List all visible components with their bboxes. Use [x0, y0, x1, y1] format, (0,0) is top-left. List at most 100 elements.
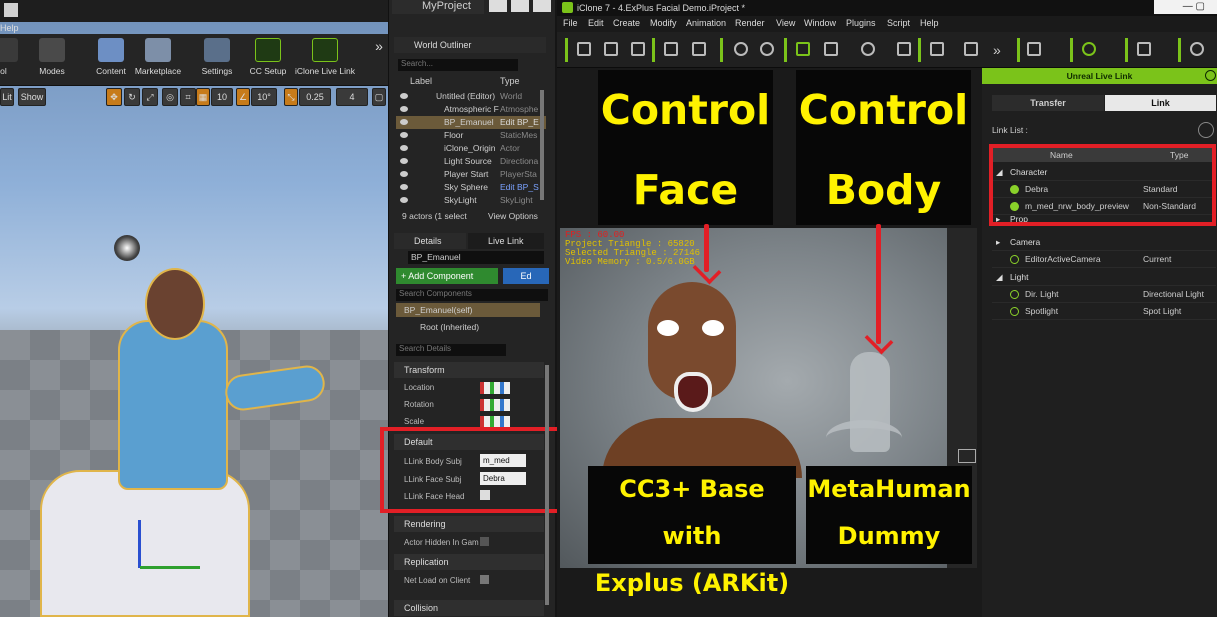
outliner-row[interactable]: Untitled (Editor) World: [396, 90, 546, 103]
view-options-button[interactable]: View Options: [488, 211, 538, 221]
group-camera[interactable]: ▸ Camera: [992, 234, 1216, 251]
lit-button[interactable]: Lit: [0, 88, 14, 106]
outliner-row[interactable]: iClone_Origin Actor: [396, 142, 546, 155]
menu-window[interactable]: Window: [804, 18, 836, 28]
rotate-tool-icon[interactable]: [861, 42, 875, 56]
select-icon[interactable]: [796, 42, 810, 56]
show-button[interactable]: Show: [18, 88, 46, 106]
link-item[interactable]: Spotlight Spot Light: [992, 303, 1216, 320]
camera-icon[interactable]: [1082, 42, 1096, 56]
menu-render[interactable]: Render: [735, 18, 765, 28]
gizmo-icon[interactable]: [1137, 42, 1151, 56]
self-component-row[interactable]: BP_Emanuel(self): [396, 303, 540, 317]
outliner-row[interactable]: Floor StaticMes: [396, 129, 546, 142]
maximize-button[interactable]: [511, 0, 529, 12]
modes-button[interactable]: Modes: [35, 38, 69, 76]
toolbar-control-button[interactable]: rol: [0, 38, 18, 76]
undo-icon[interactable]: [734, 42, 748, 56]
marketplace-button[interactable]: Marketplace: [133, 38, 183, 76]
tab-transfer[interactable]: Transfer: [992, 95, 1104, 111]
toolbar-overflow-icon[interactable]: »: [993, 42, 1001, 58]
close-button[interactable]: [533, 0, 551, 12]
render-icon[interactable]: [1190, 42, 1204, 56]
angle-value[interactable]: 10°: [251, 88, 277, 106]
outliner-row[interactable]: SkyLight SkyLight: [396, 194, 546, 207]
menu-plugins[interactable]: Plugins: [846, 18, 876, 28]
search-details-input[interactable]: Search Details: [396, 344, 506, 356]
replication-section[interactable]: Replication: [394, 554, 544, 570]
transform-section[interactable]: Transform: [394, 362, 544, 378]
actor-name-field[interactable]: BP_Emanuel: [408, 251, 544, 264]
new-file-icon[interactable]: [577, 42, 591, 56]
light-gizmo-icon[interactable]: [114, 235, 140, 261]
actor-hidden-checkbox[interactable]: [480, 537, 489, 546]
group-light[interactable]: ◢ Light: [992, 269, 1216, 286]
menu-animation[interactable]: Animation: [686, 18, 726, 28]
align-tool-icon[interactable]: [964, 42, 978, 56]
translate-icon[interactable]: ✥: [106, 88, 122, 106]
move-icon[interactable]: [824, 42, 838, 56]
outliner-col-label[interactable]: Label: [410, 76, 432, 86]
root-component-row[interactable]: Root (Inherited): [420, 322, 479, 332]
close-panel-icon[interactable]: [1205, 70, 1216, 81]
content-button[interactable]: Content: [93, 38, 129, 76]
settings-button[interactable]: Settings: [199, 38, 235, 76]
angle-snap-icon[interactable]: ∠: [236, 88, 250, 106]
tab-details[interactable]: Details: [394, 233, 466, 249]
outliner-row[interactable]: Player Start PlayerSta: [396, 168, 546, 181]
add-component-button[interactable]: + Add Component: [396, 268, 498, 284]
link-item[interactable]: Dir. Light Directional Light: [992, 286, 1216, 303]
collision-section[interactable]: Collision: [394, 600, 544, 616]
menu-file[interactable]: File: [563, 18, 578, 28]
menu-help[interactable]: Help: [920, 18, 939, 28]
surface-snap-icon[interactable]: ⌗: [180, 88, 196, 106]
details-scrollbar[interactable]: [545, 365, 549, 605]
export-icon[interactable]: [692, 42, 706, 56]
settings-gear-icon[interactable]: [1198, 122, 1214, 138]
cc-setup-button[interactable]: CC Setup: [248, 38, 288, 76]
rotation-values[interactable]: [480, 399, 510, 411]
menu-modify[interactable]: Modify: [650, 18, 677, 28]
grid-snap-icon[interactable]: ▦: [196, 88, 210, 106]
maximize-viewport-icon[interactable]: ▢: [372, 88, 386, 106]
z-axis-gizmo[interactable]: [138, 520, 141, 568]
search-components-input[interactable]: Search Components: [396, 289, 548, 301]
save-icon[interactable]: [631, 42, 645, 56]
menu-script[interactable]: Script: [887, 18, 910, 28]
iclone-live-link-button[interactable]: iClone Live Link: [293, 38, 357, 76]
tab-link[interactable]: Link: [1105, 95, 1216, 111]
outliner-row-selected[interactable]: BP_Emanuel Edit BP_E: [396, 116, 546, 129]
redo-icon[interactable]: [760, 42, 774, 56]
scale-snap-icon[interactable]: ⤡: [284, 88, 298, 106]
scale-icon[interactable]: ⤢: [142, 88, 158, 106]
comment-icon[interactable]: [958, 449, 976, 463]
outliner-search-input[interactable]: Search...: [398, 59, 518, 71]
menu-create[interactable]: Create: [613, 18, 640, 28]
rotate-icon[interactable]: ↻: [124, 88, 140, 106]
outliner-row[interactable]: Light Source Directiona: [396, 155, 546, 168]
toolbar-overflow-icon[interactable]: »: [372, 38, 386, 54]
outliner-scrollbar[interactable]: [540, 90, 544, 200]
world-outliner-tab[interactable]: World Outliner: [394, 37, 546, 53]
open-file-icon[interactable]: [604, 42, 618, 56]
import-icon[interactable]: [664, 42, 678, 56]
outliner-row[interactable]: Atmospheric F Atmosphe: [396, 103, 546, 116]
ue-character-body[interactable]: [118, 320, 228, 490]
link-item[interactable]: EditorActiveCamera Current: [992, 251, 1216, 268]
location-values[interactable]: [480, 382, 510, 394]
y-axis-gizmo[interactable]: [140, 566, 200, 569]
ue-help-menu[interactable]: Help: [0, 23, 19, 33]
tab-live-link[interactable]: Live Link: [468, 233, 544, 249]
menu-edit[interactable]: Edit: [588, 18, 604, 28]
menu-view[interactable]: View: [776, 18, 795, 28]
edit-tool-icon[interactable]: [930, 42, 944, 56]
grid-size-value[interactable]: 10: [211, 88, 233, 106]
scale-tool-icon[interactable]: [897, 42, 911, 56]
iclone-window-controls[interactable]: — ▢: [1154, 0, 1217, 14]
edit-blueprint-button[interactable]: Ed: [503, 268, 549, 284]
display-icon[interactable]: [1027, 42, 1041, 56]
scale-snap-value[interactable]: 0.25: [299, 88, 331, 106]
outliner-row[interactable]: Sky Sphere Edit BP_S: [396, 181, 546, 194]
rendering-section[interactable]: Rendering: [394, 516, 544, 532]
net-load-checkbox[interactable]: [480, 575, 489, 584]
